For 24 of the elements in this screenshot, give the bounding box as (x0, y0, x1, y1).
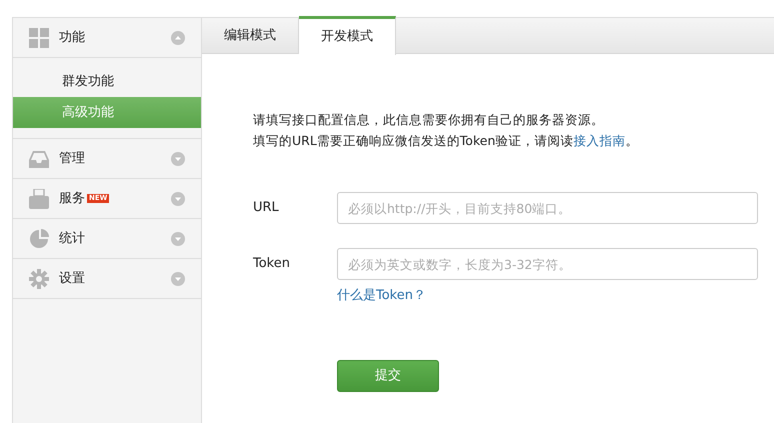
grid-icon (29, 28, 49, 48)
sidebar-item[interactable]: 统计 (13, 219, 201, 259)
field-label: URL (253, 199, 280, 218)
printer-icon (29, 188, 49, 208)
expand-icon[interactable] (171, 152, 185, 166)
field-label: Token (253, 255, 291, 274)
help-link[interactable]: 什么是Token？ (337, 286, 426, 306)
expand-icon[interactable] (171, 272, 185, 286)
pie-chart-icon (29, 228, 49, 248)
inbox-icon (29, 148, 49, 168)
expand-icon[interactable] (171, 192, 185, 206)
gear-icon (29, 268, 49, 288)
sidebar-item[interactable]: 设置 (13, 259, 201, 299)
expand-icon[interactable] (171, 232, 185, 246)
token-field[interactable]: 必须为英文或数字，长度为3-32字符。 (337, 248, 758, 280)
intro-text: 填写的URL需要正确响应微信发送的Token验证，请阅读接入指南。 (253, 132, 640, 150)
sidebar-item[interactable]: 功能 (13, 18, 201, 58)
sidebar-item[interactable]: 管理 (13, 139, 201, 179)
collapse-icon[interactable] (171, 30, 185, 44)
tab[interactable]: 开发模式 (299, 16, 396, 55)
guide-link[interactable]: 接入指南 (573, 133, 626, 148)
intro-text: 请填写接口配置信息，此信息需要你拥有自己的服务器资源。 (253, 111, 605, 129)
sidebar-subitem[interactable]: 群发功能 (13, 66, 201, 97)
url-field[interactable]: 必须以http://开头，目前支持80端口。 (337, 192, 758, 224)
